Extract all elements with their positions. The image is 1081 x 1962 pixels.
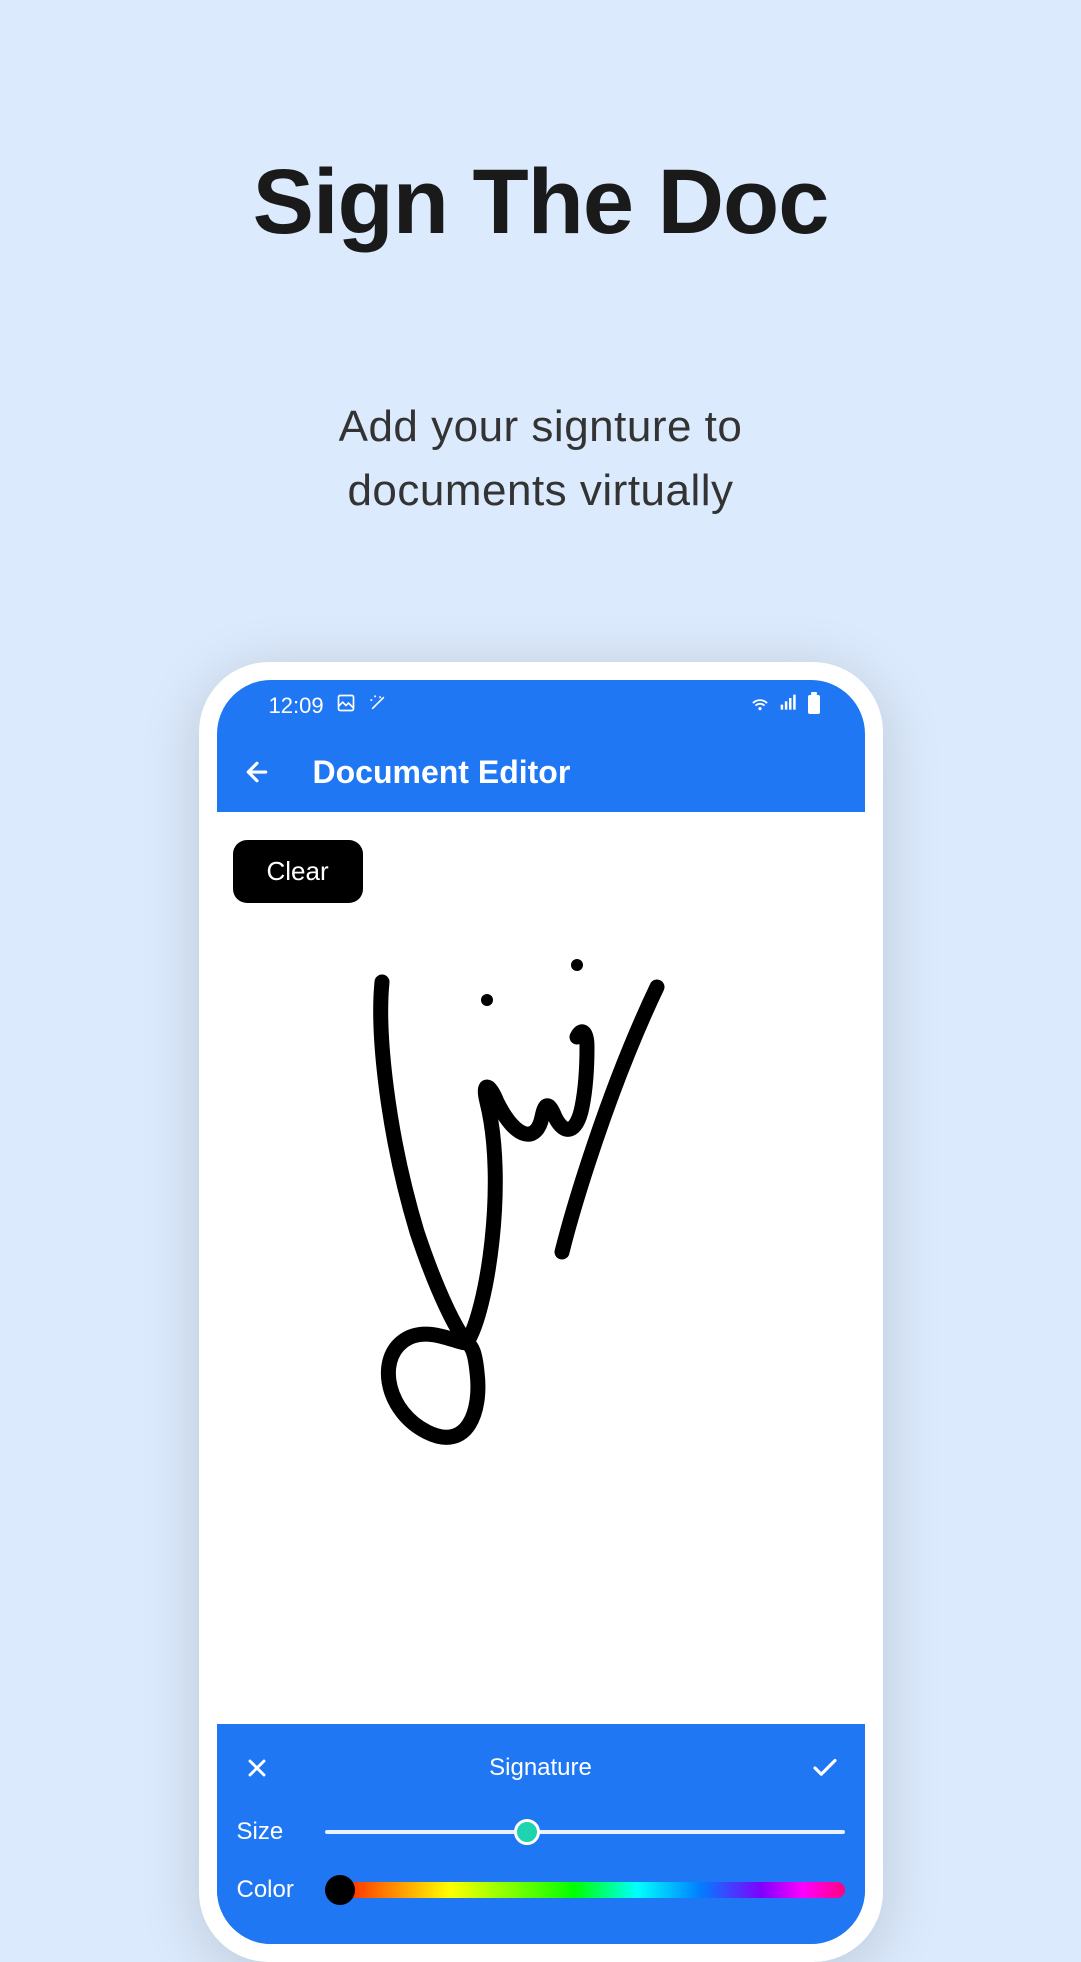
promo-subtitle-line2: documents virtually	[347, 466, 733, 515]
phone-screen: 12:09	[217, 680, 865, 1944]
confirm-button[interactable]	[805, 1748, 845, 1788]
close-button[interactable]	[237, 1748, 277, 1788]
promo-subtitle: Add your signture to documents virtually	[0, 255, 1081, 523]
close-icon	[243, 1754, 271, 1782]
battery-icon	[807, 692, 821, 720]
clear-button[interactable]: Clear	[233, 840, 363, 903]
app-bar: Document Editor	[217, 732, 865, 812]
size-label: Size	[237, 1818, 301, 1846]
signature-panel: Signature Size Color	[217, 1724, 865, 1944]
status-bar: 12:09	[217, 680, 865, 732]
phone-frame: 12:09	[199, 662, 883, 1962]
status-time: 12:09	[269, 693, 324, 719]
promo-title: Sign The Doc	[0, 0, 1081, 255]
signature-canvas[interactable]: Clear	[217, 812, 865, 1724]
color-slider-thumb[interactable]	[325, 1875, 355, 1905]
promo-subtitle-line1: Add your signture to	[339, 402, 743, 451]
arrow-left-icon	[242, 757, 272, 787]
image-icon	[336, 693, 356, 719]
panel-title: Signature	[489, 1754, 592, 1782]
color-control: Color	[237, 1876, 845, 1904]
color-label: Color	[237, 1876, 301, 1904]
signal-icon	[779, 693, 799, 719]
wand-icon	[368, 693, 388, 719]
app-title: Document Editor	[313, 754, 571, 791]
color-slider[interactable]	[325, 1882, 845, 1898]
check-icon	[810, 1753, 840, 1783]
signature-drawing	[287, 952, 747, 1512]
size-control: Size	[237, 1818, 845, 1846]
back-button[interactable]	[233, 748, 281, 796]
size-slider-thumb[interactable]	[514, 1819, 540, 1845]
wifi-icon	[749, 692, 771, 720]
size-slider[interactable]	[325, 1830, 845, 1834]
